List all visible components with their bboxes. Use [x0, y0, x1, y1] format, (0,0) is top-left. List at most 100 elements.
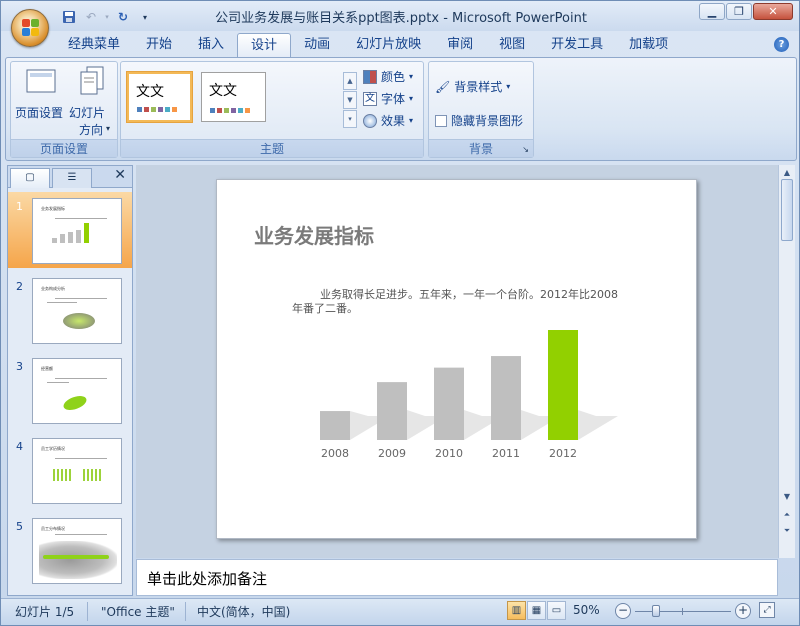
language-indicator[interactable]: 中文(简体，中国)	[197, 603, 290, 620]
tab-insert[interactable]: 插入	[185, 33, 237, 57]
tab-developer[interactable]: 开发工具	[538, 33, 616, 57]
background-styles-button[interactable]: 🖌 背景样式 ▾	[435, 78, 510, 95]
theme-colors-button[interactable]: 颜色 ▾	[363, 68, 413, 85]
slide-editor: 业务发展指标 业务取得长足进步。五年来，一年一个台阶。2012年比2008年番了…	[136, 165, 778, 558]
slides-pane: ▢ ☰ ✕ 1 业务发展指标 2 业务构成分析 3 经营额 4 员工学历情况 5…	[7, 165, 133, 596]
undo-icon[interactable]: ↶	[81, 8, 101, 26]
slideshow-icon[interactable]: ▭	[547, 601, 566, 620]
slide-thumbnail-4[interactable]: 4 员工学历情况	[8, 432, 132, 508]
chevron-down-icon: ▾	[409, 72, 414, 81]
vertical-scrollbar[interactable]: ▲ ▼ ⏶ ⏷	[778, 165, 795, 558]
slide-preview: 业务构成分析	[32, 278, 122, 344]
theme-thumbnail-2[interactable]: 文文	[201, 72, 266, 122]
bar-2010[interactable]	[434, 367, 464, 440]
office-button[interactable]	[11, 9, 49, 47]
redo-icon[interactable]: ↻	[113, 8, 133, 26]
zoom-out-icon[interactable]: −	[615, 603, 631, 619]
slide-preview: 员工分布情况	[32, 518, 122, 584]
thumb-pie-chart	[63, 313, 95, 329]
tab-home[interactable]: 开始	[133, 33, 185, 57]
powerpoint-window: 公司业务发展与账目关系ppt图表.pptx - Microsoft PowerP…	[0, 0, 800, 626]
theme-effects-button[interactable]: 效果 ▾	[363, 112, 413, 129]
slide-thumbnail-1[interactable]: 1 业务发展指标	[8, 192, 132, 268]
tab-addins[interactable]: 加载项	[616, 33, 681, 57]
slide-preview: 业务发展指标	[32, 198, 122, 264]
tab-animations[interactable]: 动画	[291, 33, 343, 57]
gallery-down-icon[interactable]: ▼	[343, 91, 357, 109]
theme-name[interactable]: "Office 主题"	[101, 603, 175, 620]
tab-review[interactable]: 审阅	[434, 33, 486, 57]
notes-pane[interactable]: 单击此处添加备注	[136, 559, 778, 596]
chevron-down-icon: ▾	[106, 124, 111, 133]
page-setup-label: 页面设置	[15, 106, 64, 120]
slide-orientation-button[interactable]: 幻灯片 方向 ▾	[67, 66, 115, 138]
slide-number: 5	[16, 520, 23, 533]
scroll-down-icon[interactable]: ▼	[779, 489, 795, 505]
theme-2-label: 文文	[209, 83, 237, 99]
minimize-icon[interactable]: ▁	[699, 3, 725, 20]
thumb-title: 业务发展指标	[41, 206, 65, 211]
tab-design[interactable]: 设计	[237, 33, 292, 57]
save-icon[interactable]	[59, 8, 79, 26]
slides-tab-icon[interactable]: ▢	[10, 168, 50, 188]
normal-view-icon[interactable]: ▥	[507, 601, 526, 620]
undo-dropdown-icon[interactable]: ▾	[103, 8, 111, 26]
zoom-slider[interactable]: − +	[615, 603, 755, 621]
window-controls: ▁ ❐ ✕	[699, 3, 793, 20]
current-slide: 业务发展指标 业务取得长足进步。五年来，一年一个台阶。2012年比2008年番了…	[216, 179, 697, 539]
slide-title[interactable]: 业务发展指标	[254, 220, 374, 249]
gallery-up-icon[interactable]: ▲	[343, 72, 357, 90]
help-icon[interactable]: ?	[774, 37, 789, 52]
slide-body-text[interactable]: 业务取得长足进步。五年来，一年一个台阶。2012年比2008年番了二番。	[292, 288, 622, 316]
slide-thumbnail-2[interactable]: 2 业务构成分析	[8, 272, 132, 348]
view-buttons: ▥ ▦ ▭	[507, 601, 566, 620]
bar-2009[interactable]	[377, 382, 407, 440]
thumb-title: 经营额	[41, 366, 53, 371]
theme-1-label: 文文	[136, 84, 164, 100]
zoom-thumb[interactable]	[651, 605, 660, 617]
thumb-title: 业务构成分析	[41, 286, 65, 291]
customize-qat-icon[interactable]: ▾	[135, 8, 155, 26]
thumb-world-map	[39, 541, 117, 579]
zoom-level[interactable]: 50%	[573, 603, 600, 617]
x-tick-label: 2012	[549, 447, 577, 460]
gallery-more-icon[interactable]: ▾	[343, 110, 357, 128]
bar-2011[interactable]	[491, 356, 521, 440]
scrollbar-thumb[interactable]	[781, 179, 793, 241]
tab-classic-menu[interactable]: 经典菜单	[55, 33, 133, 57]
slide-preview: 员工学历情况	[32, 438, 122, 504]
close-icon[interactable]: ✕	[753, 3, 793, 20]
slide-orientation-icon	[80, 66, 104, 95]
fit-to-window-icon[interactable]: ⤢	[759, 602, 775, 618]
slide-number: 1	[16, 200, 23, 213]
zoom-center-tick	[682, 608, 683, 615]
bar-chart[interactable]: 2008 2009 2010 2011 2012	[312, 330, 632, 470]
previous-slide-icon[interactable]: ⏶	[779, 507, 795, 523]
tab-slideshow[interactable]: 幻灯片放映	[343, 33, 434, 57]
page-setup-button[interactable]: 页面设置	[15, 66, 67, 122]
tab-view[interactable]: 视图	[486, 33, 538, 57]
theme-thumbnail-office[interactable]: 文文	[127, 72, 192, 122]
orientation-label-1: 幻灯片	[69, 106, 106, 120]
restore-icon[interactable]: ❐	[726, 3, 752, 20]
dialog-launcher-icon[interactable]: ↘	[522, 145, 529, 154]
thumb-people-chart-b	[83, 469, 103, 481]
hide-background-graphics-checkbox[interactable]: 隐藏背景图形	[435, 112, 523, 129]
next-slide-icon[interactable]: ⏷	[779, 523, 795, 539]
slide-thumbnail-3[interactable]: 3 经营额	[8, 352, 132, 428]
thumb-people-chart-a	[53, 469, 73, 481]
ribbon: 页面设置 幻灯片 方向 ▾ 页面设置 文文 文文 ▲ ▼ ▾ 颜色 ▾ 文 字体…	[5, 57, 797, 161]
thumb-chart	[52, 223, 89, 243]
slide-counter: 幻灯片 1/5	[15, 605, 75, 619]
slide-thumbnail-5[interactable]: 5 员工分布情况	[8, 512, 132, 588]
outline-tab-icon[interactable]: ☰	[52, 168, 92, 188]
theme-fonts-button[interactable]: 文 字体 ▾	[363, 90, 413, 107]
x-tick-label: 2011	[492, 447, 520, 460]
bar-2008[interactable]	[320, 411, 350, 440]
orientation-label-2: 方向	[79, 123, 104, 137]
bar-2012[interactable]	[548, 330, 578, 440]
slide-sorter-icon[interactable]: ▦	[527, 601, 546, 620]
close-pane-icon[interactable]: ✕	[114, 167, 126, 183]
zoom-in-icon[interactable]: +	[735, 603, 751, 619]
hide-background-graphics-label: 隐藏背景图形	[451, 114, 524, 128]
